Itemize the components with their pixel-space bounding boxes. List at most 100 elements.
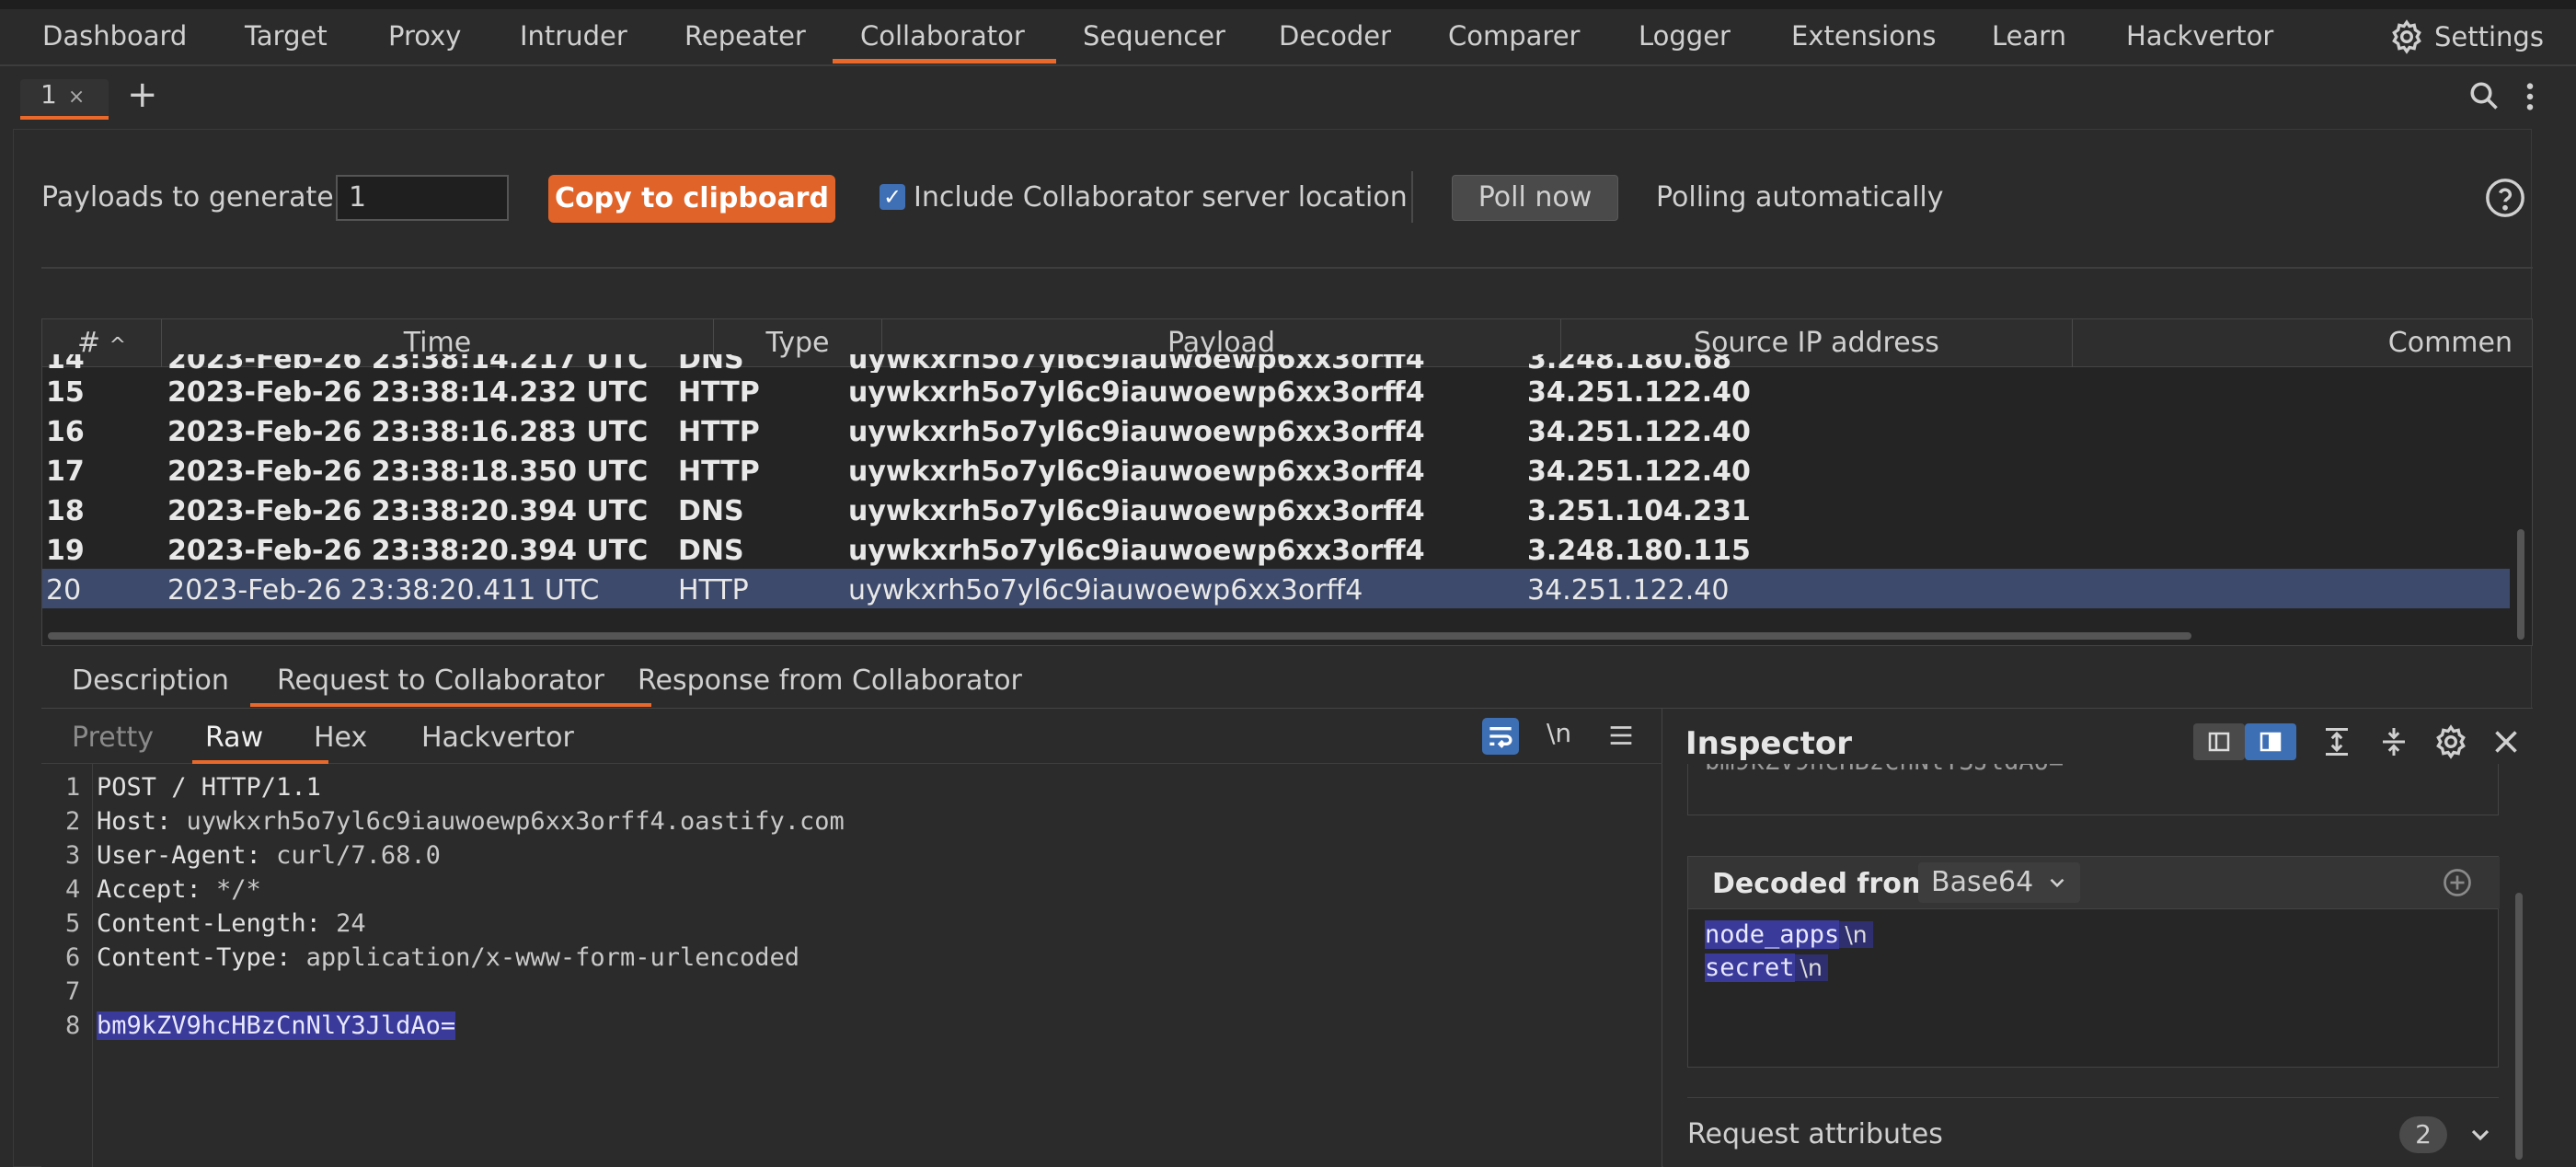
code-line[interactable]: User-Agent: curl/7.68.0	[97, 841, 441, 870]
decoded-from-label: Decoded from:	[1712, 868, 1942, 900]
line-number: 5	[65, 909, 81, 938]
row-type: HTTP	[678, 416, 760, 448]
row-type: HTTP	[678, 574, 749, 607]
row-type: HTTP	[678, 456, 760, 488]
table-row[interactable]: 19 2023-Feb-26 23:38:20.394 UTC DNS uywk…	[42, 529, 2510, 569]
decoded-section: Decoded from: Base64 node_apps \n secret \…	[1687, 856, 2500, 1068]
collapse-all-icon[interactable]	[2377, 725, 2410, 758]
decoded-text: node_apps	[1705, 920, 1840, 949]
gear-icon	[2388, 18, 2425, 55]
nav-tab-dashboard[interactable]: Dashboard	[42, 20, 187, 52]
inspector-scrollbar[interactable]	[2515, 893, 2523, 1160]
row-type: DNS	[678, 354, 744, 373]
tab-underline	[20, 116, 109, 120]
close-tab-icon[interactable]: ×	[68, 86, 85, 109]
inspector-settings-icon[interactable]	[2432, 723, 2469, 760]
add-circle-icon[interactable]	[2441, 866, 2474, 899]
table-row[interactable]: 15 2023-Feb-26 23:38:14.232 UTC HTTP uyw…	[42, 371, 2510, 410]
detail-tab-bar: Description Request to Collaborator Resp…	[41, 655, 2533, 709]
code-line[interactable]: bm9kZV9hcHBzCnNlY3JldAo=	[97, 1011, 456, 1040]
search-icon[interactable]	[2467, 79, 2501, 112]
nav-tab-decoder[interactable]: Decoder	[1279, 20, 1391, 52]
row-payload: uywkxrh5o7yl6c9iauwoewp6xx3orff4	[848, 495, 1425, 527]
help-icon[interactable]	[2484, 177, 2526, 219]
nav-tab-collaborator[interactable]: Collaborator	[860, 20, 1025, 52]
row-time: 2023-Feb-26 23:38:18.350 UTC	[167, 456, 649, 488]
request-attributes-section[interactable]: Request attributes 2	[1687, 1097, 2499, 1167]
nav-tab-learn[interactable]: Learn	[1992, 20, 2066, 52]
chevron-down-icon	[2045, 864, 2069, 901]
line-number: 4	[65, 875, 81, 904]
row-source-ip: 34.251.122.40	[1527, 416, 1751, 448]
code-line[interactable]: Content-Length: 24	[97, 909, 366, 938]
tab-hex[interactable]: Hex	[314, 722, 367, 754]
request-attributes-label: Request attributes	[1687, 1118, 1943, 1150]
layout-toggle[interactable]	[2193, 723, 2296, 760]
collaborator-tab-bar: 1 × +	[0, 66, 2576, 125]
table-horizontal-scrollbar[interactable]	[48, 632, 2191, 640]
add-tab-button[interactable]: +	[127, 74, 158, 116]
nav-tab-repeater[interactable]: Repeater	[684, 20, 806, 52]
header-value: */*	[216, 875, 261, 904]
line-number: 2	[65, 807, 81, 836]
code-line[interactable]: POST / HTTP/1.1	[97, 773, 321, 802]
menu-icon[interactable]	[1605, 720, 1637, 751]
decoding-format-value: Base64	[1931, 866, 2034, 898]
nav-tab-target[interactable]: Target	[245, 20, 328, 52]
row-payload: uywkxrh5o7yl6c9iauwoewp6xx3orff4	[848, 376, 1425, 409]
tab-pretty[interactable]: Pretty	[72, 722, 154, 754]
row-type: HTTP	[678, 376, 760, 409]
decoded-text-area[interactable]: node_apps \n secret \n	[1688, 908, 2498, 1067]
table-row[interactable]: 14 2023-Feb-26 23:38:14.217 UTC DNS uywk…	[42, 354, 2510, 373]
show-newlines-toggle[interactable]: \n	[1547, 718, 1571, 748]
nav-tab-sequencer[interactable]: Sequencer	[1083, 20, 1225, 52]
include-location-checkbox[interactable]: ✓	[880, 184, 905, 210]
chevron-down-icon[interactable]	[2466, 1118, 2495, 1151]
poll-now-button[interactable]: Poll now	[1452, 175, 1618, 221]
expand-all-icon[interactable]	[2320, 725, 2353, 758]
header-name: Accept:	[97, 875, 217, 904]
table-row[interactable]: 18 2023-Feb-26 23:38:20.394 UTC DNS uywk…	[42, 490, 2510, 529]
payloads-count-input[interactable]: 1	[336, 175, 509, 221]
decoding-format-select[interactable]: Base64	[1918, 862, 2080, 903]
tab-description[interactable]: Description	[72, 664, 229, 697]
nav-tab-intruder[interactable]: Intruder	[520, 20, 627, 52]
table-row[interactable]: 17 2023-Feb-26 23:38:18.350 UTC HTTP uyw…	[42, 450, 2510, 490]
settings-button[interactable]: Settings	[2388, 18, 2544, 55]
nav-tab-extensions[interactable]: Extensions	[1791, 20, 1936, 52]
row-source-ip: 34.251.122.40	[1527, 574, 1730, 607]
table-vertical-scrollbar[interactable]	[2517, 529, 2524, 640]
tab-response-from-collaborator[interactable]: Response from Collaborator	[638, 664, 1022, 697]
row-source-ip: 3.248.180.115	[1527, 535, 1751, 567]
tab-label: 1	[40, 79, 57, 110]
row-payload: uywkxrh5o7yl6c9iauwoewp6xx3orff4	[848, 456, 1425, 488]
row-time: 2023-Feb-26 23:38:20.411 UTC	[167, 574, 600, 607]
header-value: 24	[336, 909, 366, 938]
selected-text-field[interactable]: bm9kZV9hcHBzCnNlY3JldAo=	[1687, 764, 2499, 815]
code-line[interactable]: Accept: */*	[97, 875, 261, 904]
nav-tab-comparer[interactable]: Comparer	[1448, 20, 1580, 52]
tab-hackvertor[interactable]: Hackvertor	[421, 722, 574, 754]
word-wrap-toggle[interactable]	[1482, 718, 1519, 755]
tab-raw[interactable]: Raw	[205, 722, 263, 754]
table-row[interactable]: 16 2023-Feb-26 23:38:16.283 UTC HTTP uyw…	[42, 410, 2510, 450]
active-tab-indicator	[250, 703, 651, 707]
nav-tab-proxy[interactable]: Proxy	[388, 20, 461, 52]
copy-to-clipboard-button[interactable]: Copy to clipboard	[548, 175, 835, 223]
row-payload: uywkxrh5o7yl6c9iauwoewp6xx3orff4	[848, 574, 1363, 607]
tab-request-to-collaborator[interactable]: Request to Collaborator	[277, 664, 604, 697]
nav-tab-hackvertor[interactable]: Hackvertor	[2126, 20, 2273, 52]
code-line[interactable]: Host: uywkxrh5o7yl6c9iauwoewp6xx3orff4.o…	[97, 807, 845, 836]
row-type: DNS	[678, 495, 744, 527]
nav-tab-logger[interactable]: Logger	[1639, 20, 1731, 52]
decoded-text: secret	[1705, 953, 1795, 982]
divider	[1411, 171, 1413, 223]
close-icon[interactable]	[2490, 725, 2523, 758]
header-value: uywkxrh5o7yl6c9iauwoewp6xx3orff4.oastify…	[186, 807, 845, 836]
header-name: Content-Length:	[97, 909, 337, 938]
table-row-selected[interactable]: 20 2023-Feb-26 23:38:20.411 UTC HTTP uyw…	[42, 569, 2510, 608]
more-options-icon[interactable]	[2521, 81, 2539, 112]
code-line[interactable]: Content-Type: application/x-www-form-url…	[97, 943, 799, 972]
collaborator-tab-1[interactable]: 1 ×	[20, 79, 109, 116]
header-name: Content-Type:	[97, 943, 306, 972]
